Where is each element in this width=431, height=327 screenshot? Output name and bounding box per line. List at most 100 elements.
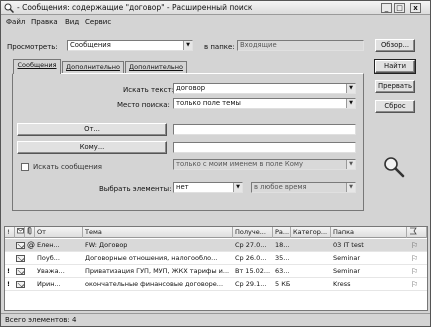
row-category [291,265,331,278]
magnifier-icon [384,157,405,178]
chevron-down-icon[interactable]: ▼ [233,183,242,192]
table-row[interactable]: Поуб... Договорные отношения, налогообло… [5,252,427,265]
row-folder: 03 IT test [333,241,364,249]
chevron-down-icon[interactable]: ▼ [183,41,192,50]
search-where-select[interactable]: только поле темы ▼ [173,98,356,109]
folder-field: Входящие [237,40,364,51]
menu-bar: Файл Правка Вид Сервис [1,16,430,28]
menu-tools[interactable]: Сервис [85,18,111,26]
search-text-label: Искать текст: [123,86,174,94]
flag-icon[interactable]: ⚐ [411,267,418,276]
advanced-find-window: - Сообщения: содержащие "договор" - Расш… [0,0,431,327]
menu-view[interactable]: Вид [65,18,79,26]
column-attachment[interactable] [25,227,35,238]
tab-advanced[interactable]: Дополнительно [125,61,187,73]
reset-button[interactable]: Сброс [375,100,415,113]
status-text: Всего элементов: 4 [5,316,77,324]
column-from[interactable]: От [35,227,83,238]
row-category [291,252,331,265]
row-size: 5 КБ [275,280,291,288]
chevron-down-icon[interactable]: ▼ [346,84,355,93]
time-field-value: нет [176,183,189,191]
envelope-icon [17,228,24,234]
results-table: ! От Тема Получе... Ра... Категор... Пап… [4,226,428,311]
search-where-value: только поле темы [176,99,241,107]
look-label: Просмотреть: [7,43,58,51]
envelope-icon [16,255,25,262]
time-label: Выбрать элементы: [99,185,172,193]
tab-more-choices[interactable]: Дополнительно [62,61,124,73]
row-received: Вт 15.02... [235,267,271,275]
row-received: Ср 29.1... [235,280,267,288]
row-category [291,239,331,252]
stop-button[interactable]: Прервать [375,80,415,93]
search-window-icon [4,3,14,13]
find-button[interactable]: Найти [374,59,416,74]
column-subject[interactable]: Тема [83,227,233,238]
column-flag[interactable] [407,227,427,238]
minimize-button[interactable]: _ [381,3,392,13]
from-button[interactable]: От... [17,123,167,136]
row-importance: ! [7,280,10,288]
row-size: 63... [275,267,290,275]
table-row[interactable]: ! Ирин... окончательные финансовые догов… [5,278,427,291]
table-row[interactable]: @ Елен... FW: Договор Ср 27.0... 18... 0… [5,239,427,252]
from-input[interactable] [173,124,356,135]
envelope-icon [16,268,25,275]
row-received: Ср 27.0... [235,241,267,249]
row-size: 18... [275,241,290,249]
column-folder[interactable]: Папка [331,227,407,238]
search-text-value: договор [176,84,206,92]
row-from: Уважа... [37,267,65,275]
time-field-select[interactable]: нет ▼ [173,182,243,193]
column-size[interactable]: Ра... [273,227,291,238]
table-row[interactable]: ! Уважа... Приватизация ГУП, МУП, ЖКХ та… [5,265,427,278]
chevron-down-icon[interactable]: ▼ [346,99,355,108]
to-button[interactable]: Кому... [17,141,167,154]
row-category [291,278,331,291]
look-select[interactable]: Сообщения ▼ [67,40,193,51]
window-title: - Сообщения: содержащие "договор" - Расш… [17,3,253,12]
flag-icon [410,227,417,235]
column-importance[interactable]: ! [5,227,15,238]
search-messages-checkbox[interactable] [21,163,29,171]
flag-icon[interactable]: ⚐ [411,280,418,289]
column-received[interactable]: Получе... [233,227,273,238]
paperclip-icon: @ [27,240,35,249]
look-select-value: Сообщения [70,41,111,49]
chevron-down-icon: ▼ [346,183,355,192]
envelope-icon [16,242,25,249]
row-importance: ! [7,267,10,275]
row-from: Ирин... [37,280,61,288]
column-category[interactable]: Категор... [291,227,331,238]
tab-messages[interactable]: Сообщения [13,59,61,74]
messages-tab-panel: Искать текст: договор ▼ Место поиска: то… [12,73,364,211]
row-subject: окончательные финансовые договоре... [85,280,224,288]
search-messages-label: Искать сообщения [33,163,102,171]
column-icon[interactable] [15,227,25,238]
browse-button[interactable]: Обзор... [375,39,415,52]
envelope-icon [16,281,25,288]
row-subject: FW: Договор [85,241,128,249]
menu-file[interactable]: Файл [6,18,25,26]
time-range-select: в любое время ▼ [251,182,356,193]
row-subject: Приватизация ГУП, МУП, ЖКХ тарифы и... [85,267,230,275]
status-bar: Всего элементов: 4 [1,313,430,326]
flag-icon[interactable]: ⚐ [411,241,418,250]
row-size: 35... [275,254,290,262]
recipient-select: только с моим именем в поле Кому ▼ [173,159,356,170]
to-input[interactable] [173,142,356,153]
flag-icon[interactable]: ⚐ [411,254,418,263]
search-text-input[interactable]: договор ▼ [173,83,356,94]
row-subject: Договорные отношения, налогообло... [85,254,218,262]
close-button[interactable]: x [410,3,421,13]
maximize-button[interactable]: □ [394,3,405,13]
chevron-down-icon: ▼ [346,160,355,169]
row-importance [5,252,15,265]
row-from: Елен... [37,241,60,249]
folder-label: в папке: [204,43,235,51]
row-folder: Kress [333,280,351,288]
row-folder: Seminar [333,267,361,275]
menu-edit[interactable]: Правка [31,18,58,26]
paperclip-icon [27,227,32,235]
